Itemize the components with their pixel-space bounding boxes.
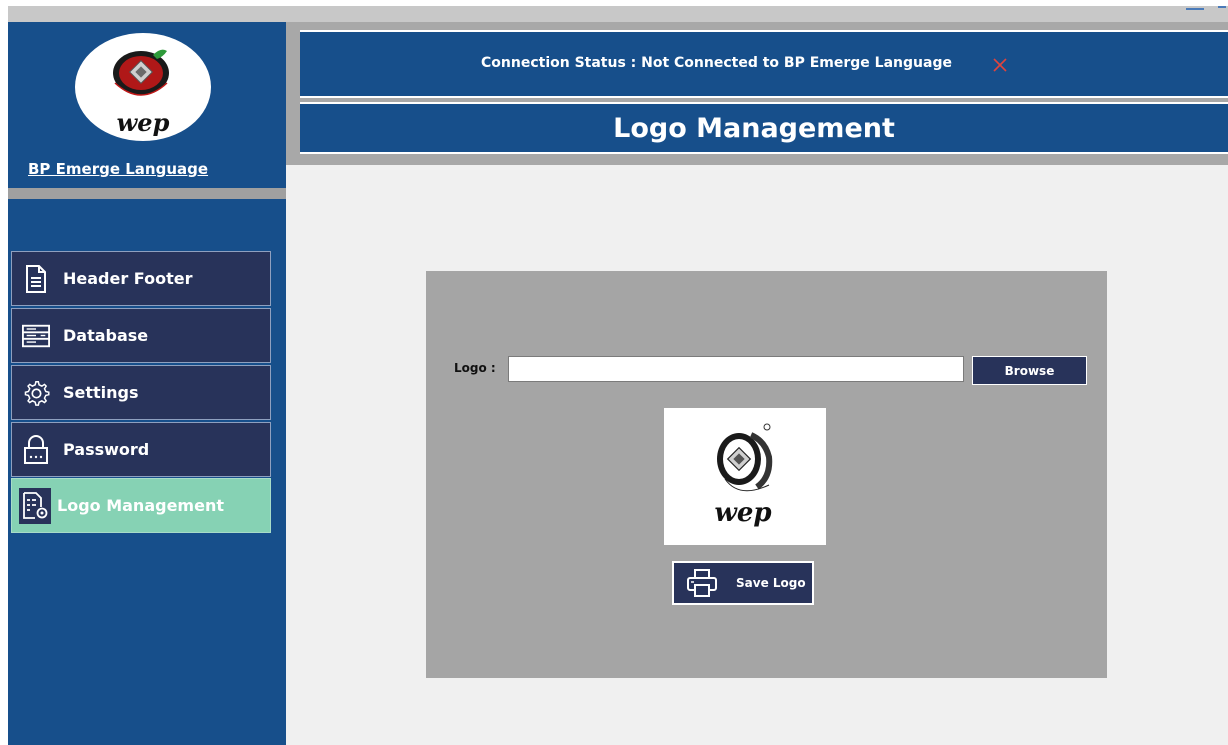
logo-path-input[interactable] — [508, 356, 964, 382]
logo-panel: Logo : Browse wep Save Logo — [426, 271, 1107, 678]
sidebar-item-label: Password — [63, 440, 150, 459]
connection-status-text: Connection Status : Not Connected to BP … — [481, 55, 952, 71]
sidebar-item-label: Database — [63, 326, 149, 345]
lock-icon — [22, 434, 50, 465]
printer-icon — [686, 568, 718, 598]
logo-label: Logo : — [454, 361, 496, 375]
sidebar: wep BP Emerge Language Header Footer Dat… — [8, 22, 286, 745]
sidebar-item-settings[interactable]: Settings — [11, 365, 271, 420]
maximize-icon[interactable] — [1218, 6, 1226, 14]
sidebar-item-label: Settings — [63, 383, 139, 402]
document-icon — [22, 264, 50, 294]
logo-text: wep — [117, 108, 170, 137]
database-icon — [22, 321, 50, 351]
logo-preview: wep — [664, 408, 826, 545]
save-logo-label: Save Logo — [736, 576, 806, 590]
sidebar-item-header-footer[interactable]: Header Footer — [11, 251, 271, 306]
save-logo-button[interactable]: Save Logo — [672, 561, 814, 605]
sidebar-divider — [8, 188, 286, 199]
app-logo: wep — [75, 33, 211, 141]
brand-link[interactable]: BP Emerge Language — [28, 160, 208, 178]
wep-logo-graphic: wep — [77, 35, 209, 139]
gear-icon — [22, 378, 50, 408]
preview-logo-text: wep — [714, 498, 771, 528]
sidebar-item-database[interactable]: Database — [11, 308, 271, 363]
logo-preview-graphic: wep — [714, 423, 773, 528]
logo-settings-icon — [19, 487, 51, 524]
sidebar-item-logo-management[interactable]: Logo Management — [11, 478, 271, 533]
page-title-bar: Logo Management — [300, 102, 1228, 154]
browse-button[interactable]: Browse — [972, 356, 1087, 385]
sidebar-item-password[interactable]: Password — [11, 422, 271, 477]
page-title: Logo Management — [613, 112, 895, 144]
sidebar-item-label: Logo Management — [57, 496, 224, 515]
window-top-strip — [8, 6, 1228, 22]
sidebar-item-label: Header Footer — [63, 269, 193, 288]
close-icon[interactable] — [992, 57, 1008, 73]
minimize-icon[interactable] — [1186, 8, 1204, 10]
connection-status-bar: Connection Status : Not Connected to BP … — [300, 30, 1228, 98]
